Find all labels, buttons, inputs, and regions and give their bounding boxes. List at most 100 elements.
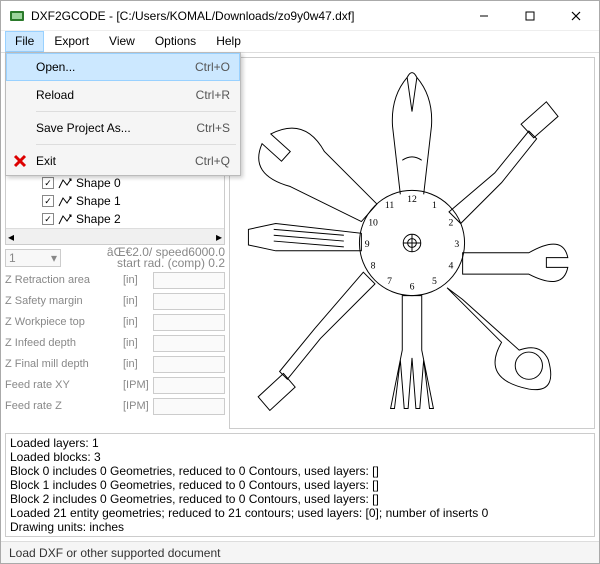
- param-unit: [IPM]: [123, 400, 153, 412]
- menu-save-as-label: Save Project As...: [36, 121, 196, 135]
- menu-save-as[interactable]: Save Project As... Ctrl+S: [6, 114, 240, 142]
- tree-label: Shape 2: [76, 212, 121, 226]
- shape-icon: [58, 195, 72, 207]
- param-input-z-final[interactable]: [153, 356, 225, 373]
- menu-separator: [36, 111, 236, 112]
- tree-row-shape-2[interactable]: ✓ Shape 2: [10, 210, 220, 228]
- titlebar: DXF2GCODE - [C:/Users/KOMAL/Downloads/zo…: [1, 1, 599, 31]
- param-input-z-retraction[interactable]: [153, 272, 225, 289]
- clock-num-10: 10: [368, 217, 378, 228]
- menu-reload[interactable]: Reload Ctrl+R: [6, 81, 240, 109]
- param-header-line2: start rad. (comp) 0.2: [65, 258, 225, 269]
- checkbox-icon[interactable]: ✓: [42, 213, 54, 225]
- clock-num-7: 7: [387, 276, 392, 287]
- clock-num-3: 3: [454, 239, 459, 250]
- clock-num-1: 1: [432, 200, 437, 211]
- close-button[interactable]: [553, 1, 599, 31]
- menu-exit-label: Exit: [36, 154, 195, 168]
- exit-icon: [12, 153, 28, 169]
- menu-help[interactable]: Help: [206, 31, 251, 52]
- chevron-down-icon: ▾: [51, 251, 57, 265]
- horizontal-scrollbar[interactable]: ◂ ▸: [6, 228, 224, 244]
- tool-select-value: 1: [9, 251, 16, 265]
- menu-exit-shortcut: Ctrl+Q: [195, 154, 230, 168]
- param-row-feed-z: Feed rate Z [IPM]: [5, 396, 225, 416]
- param-row-z-retraction: Z Retraction area [in]: [5, 270, 225, 290]
- menu-reload-label: Reload: [36, 88, 196, 102]
- tree-row-shape-0[interactable]: ✓ Shape 0: [10, 174, 220, 192]
- param-label: Feed rate Z: [5, 400, 123, 412]
- param-label: Z Infeed depth: [5, 337, 123, 349]
- shape-tree[interactable]: ✓ Shape 0 ✓ Shape 1 ✓ Shape: [5, 171, 225, 245]
- param-unit: [in]: [123, 274, 153, 286]
- statusbar: Load DXF or other supported document: [1, 541, 599, 563]
- app-icon: [9, 8, 25, 24]
- tree-label: Shape 1: [76, 194, 121, 208]
- param-label: Feed rate XY: [5, 379, 123, 391]
- status-text: Load DXF or other supported document: [9, 546, 220, 560]
- app-window: DXF2GCODE - [C:/Users/KOMAL/Downloads/zo…: [0, 0, 600, 564]
- log-line: Block 0 includes 0 Geometries, reduced t…: [10, 464, 590, 478]
- log-line: Block 1 includes 0 Geometries, reduced t…: [10, 478, 590, 492]
- log-line: Block 2 includes 0 Geometries, reduced t…: [10, 492, 590, 506]
- param-unit: [in]: [123, 337, 153, 349]
- menu-export[interactable]: Export: [44, 31, 99, 52]
- parameters-panel: 1 ▾ âŒ€2.0/ speed6000.0 start rad. (comp…: [5, 247, 225, 416]
- tool-select[interactable]: 1 ▾: [5, 249, 61, 267]
- log-line: Loaded 21 entity geometries; reduced to …: [10, 506, 590, 520]
- tree-label: Shape 0: [76, 176, 121, 190]
- clock-num-11: 11: [385, 200, 394, 211]
- param-unit: [IPM]: [123, 379, 153, 391]
- menubar: File Export View Options Help: [1, 31, 599, 53]
- menu-options[interactable]: Options: [145, 31, 206, 52]
- param-input-z-workpiece[interactable]: [153, 314, 225, 331]
- checkbox-icon[interactable]: ✓: [42, 177, 54, 189]
- param-header: 1 ▾ âŒ€2.0/ speed6000.0 start rad. (comp…: [5, 247, 225, 269]
- param-input-z-infeed[interactable]: [153, 335, 225, 352]
- param-input-z-safety[interactable]: [153, 293, 225, 310]
- log-output[interactable]: Loaded layers: 1 Loaded blocks: 3 Block …: [5, 433, 595, 537]
- file-dropdown: Open... Ctrl+O Reload Ctrl+R Save Projec…: [5, 52, 241, 176]
- param-row-z-final: Z Final mill depth [in]: [5, 354, 225, 374]
- window-controls: [461, 1, 599, 31]
- param-row-feed-xy: Feed rate XY [IPM]: [5, 375, 225, 395]
- param-unit: [in]: [123, 295, 153, 307]
- checkbox-icon[interactable]: ✓: [42, 195, 54, 207]
- menu-exit[interactable]: Exit Ctrl+Q: [6, 147, 240, 175]
- param-input-feed-z[interactable]: [153, 398, 225, 415]
- minimize-button[interactable]: [461, 1, 507, 31]
- param-unit: [in]: [123, 358, 153, 370]
- clock-num-8: 8: [371, 260, 376, 271]
- log-line: Loaded layers: 1: [10, 436, 590, 450]
- menu-view[interactable]: View: [99, 31, 145, 52]
- param-label: Z Workpiece top: [5, 316, 123, 328]
- shape-icon: [58, 213, 72, 225]
- drawing-canvas[interactable]: 12 1 2 3 4 5 6 7 8 9 10 11: [229, 57, 595, 429]
- log-line: Drawing units: inches: [10, 520, 590, 534]
- param-unit: [in]: [123, 316, 153, 328]
- param-label: Z Safety margin: [5, 295, 123, 307]
- scroll-left-icon[interactable]: ◂: [8, 230, 14, 244]
- clock-num-6: 6: [410, 282, 415, 293]
- param-input-feed-xy[interactable]: [153, 377, 225, 394]
- menu-file[interactable]: File: [5, 31, 44, 52]
- param-row-z-workpiece: Z Workpiece top [in]: [5, 312, 225, 332]
- log-line: Loaded blocks: 3: [10, 450, 590, 464]
- menu-save-as-shortcut: Ctrl+S: [196, 121, 230, 135]
- menu-separator: [36, 144, 236, 145]
- menu-open-label: Open...: [36, 60, 195, 74]
- clock-num-12: 12: [407, 194, 417, 205]
- shape-icon: [58, 177, 72, 189]
- param-label: Z Retraction area: [5, 274, 123, 286]
- param-row-z-infeed: Z Infeed depth [in]: [5, 333, 225, 353]
- clock-num-2: 2: [449, 217, 454, 228]
- maximize-button[interactable]: [507, 1, 553, 31]
- param-label: Z Final mill depth: [5, 358, 123, 370]
- clock-num-5: 5: [432, 276, 437, 287]
- tree-row-shape-1[interactable]: ✓ Shape 1: [10, 192, 220, 210]
- param-row-z-safety: Z Safety margin [in]: [5, 291, 225, 311]
- clock-num-4: 4: [449, 260, 454, 271]
- scroll-right-icon[interactable]: ▸: [216, 230, 222, 244]
- menu-open[interactable]: Open... Ctrl+O: [6, 53, 240, 81]
- clock-num-9: 9: [365, 239, 370, 250]
